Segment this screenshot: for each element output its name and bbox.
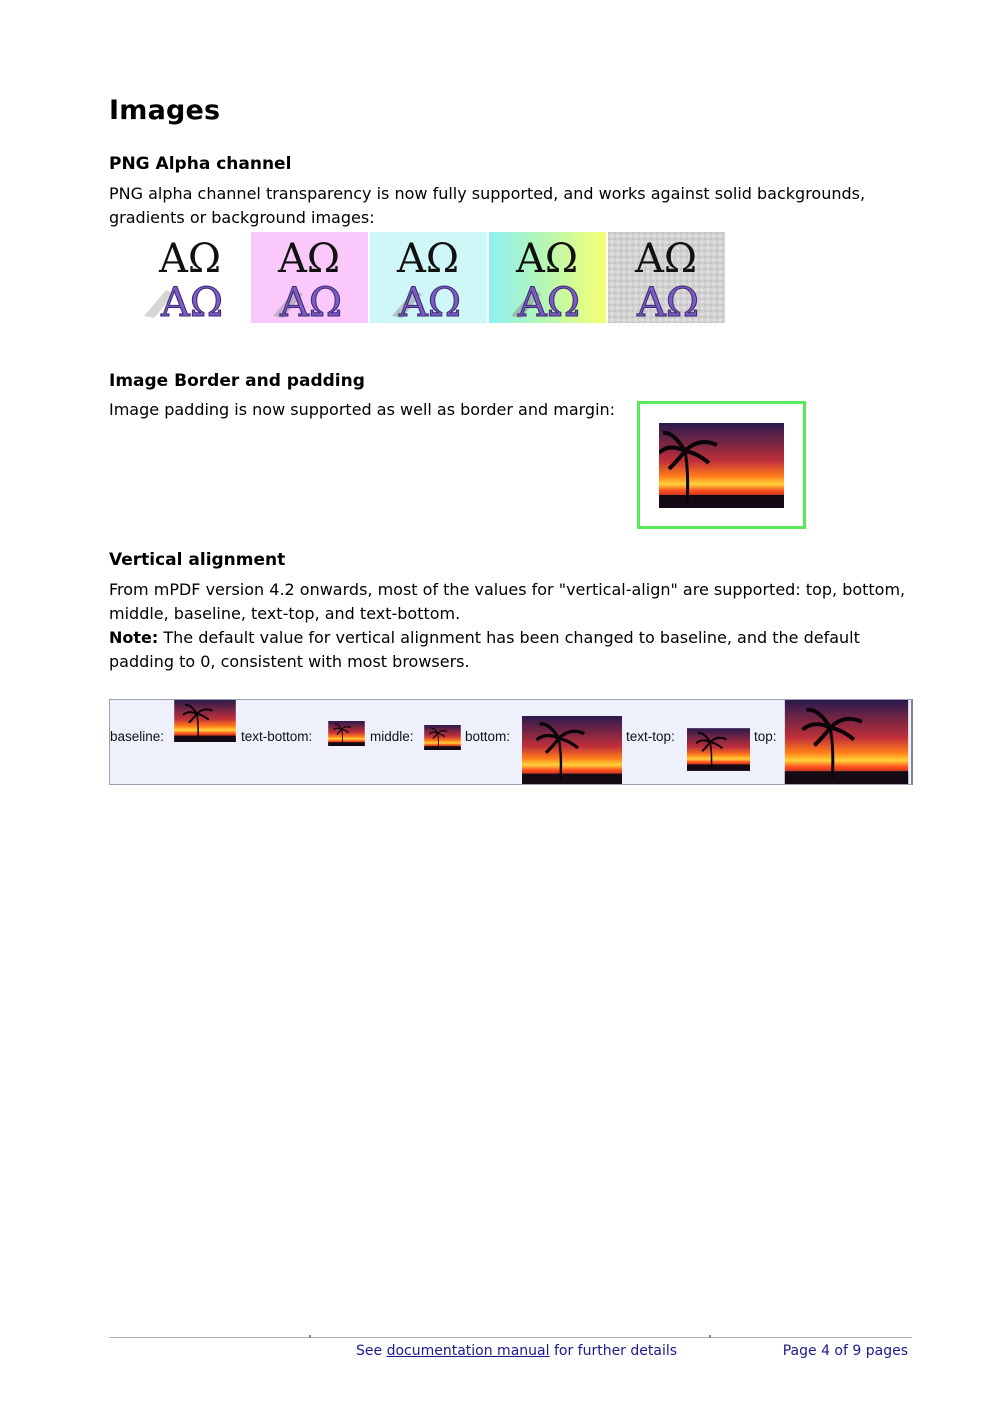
sunset-photo-bottom (522, 716, 622, 784)
alpha-omega-image: AΩ AΩ (273, 236, 343, 323)
document-page: Images PNG Alpha channel PNG alpha chann… (109, 0, 913, 1403)
note-text: The default value for vertical alignment… (109, 628, 860, 671)
footer-rest: for further details (549, 1343, 678, 1359)
alpha-omega-image: AΩ AΩ (608, 232, 725, 323)
documentation-link[interactable]: documentation manual (387, 1343, 550, 1359)
border-padding-heading: Image Border and padding (109, 371, 365, 391)
sunset-photo (659, 423, 784, 508)
sunset-photo-middle (424, 725, 461, 750)
sunset-photo-text-top (687, 728, 750, 771)
alpha-tile-white: AΩ AΩ (132, 232, 249, 323)
vertical-align-text: From mPDF version 4.2 onwards, most of t… (109, 580, 906, 623)
glyph-bottom: AΩ (398, 280, 461, 323)
label-text-top: text-top: (626, 729, 675, 744)
label-top: top: (754, 729, 777, 744)
vertical-align-demo: baseline: text-bottom: middle: bottom: t… (109, 699, 913, 785)
label-bottom: bottom: (465, 729, 511, 744)
alpha-tile-texture: AΩ AΩ (608, 232, 725, 323)
glyph-top: AΩ (396, 236, 459, 282)
bordered-image-frame (637, 401, 806, 529)
glyph-top: AΩ (634, 236, 697, 282)
sunset-photo-top (784, 700, 909, 784)
png-alpha-demo: AΩ AΩ AΩ AΩ AΩ AΩ AΩ AΩ AΩ AΩ (132, 232, 727, 323)
sunset-photo-text-bottom (328, 721, 365, 746)
label-text-bottom: text-bottom: (241, 729, 313, 744)
glyph-bottom: AΩ (517, 280, 580, 323)
glyph-top: AΩ (158, 236, 221, 282)
page-number: Page 4 of 9 pages (782, 1343, 908, 1359)
label-baseline: baseline: (110, 729, 165, 744)
footer-tick (309, 1335, 311, 1338)
footer-divider (109, 1337, 912, 1338)
png-alpha-text: PNG alpha channel transparency is now fu… (109, 184, 866, 227)
sunset-photo-baseline (174, 700, 236, 742)
glyph-bottom: AΩ (160, 280, 223, 323)
glyph-top: AΩ (515, 236, 578, 282)
alpha-tile-pink: AΩ AΩ (251, 232, 368, 323)
png-alpha-heading: PNG Alpha channel (109, 154, 292, 174)
vertical-align-note: Note: The default value for vertical ali… (109, 626, 909, 674)
alpha-tile-gradient: AΩ AΩ (489, 232, 606, 323)
alpha-omega-image: AΩ AΩ (144, 236, 224, 323)
footer-see: See (356, 1343, 387, 1359)
alpha-omega-image: AΩ AΩ (392, 236, 462, 323)
note-label: Note: (109, 628, 159, 647)
vertical-align-heading: Vertical alignment (109, 550, 286, 570)
glyph-bottom: AΩ (279, 280, 342, 323)
alpha-tile-cyan: AΩ AΩ (370, 232, 487, 323)
page-title: Images (109, 95, 221, 126)
label-middle: middle: (370, 729, 414, 744)
footer-note: See documentation manual for further det… (356, 1343, 677, 1359)
glyph-bottom: AΩ (636, 280, 699, 323)
glyph-top: AΩ (277, 236, 340, 282)
alpha-omega-image: AΩ AΩ (511, 236, 581, 323)
footer-tick (709, 1335, 711, 1338)
